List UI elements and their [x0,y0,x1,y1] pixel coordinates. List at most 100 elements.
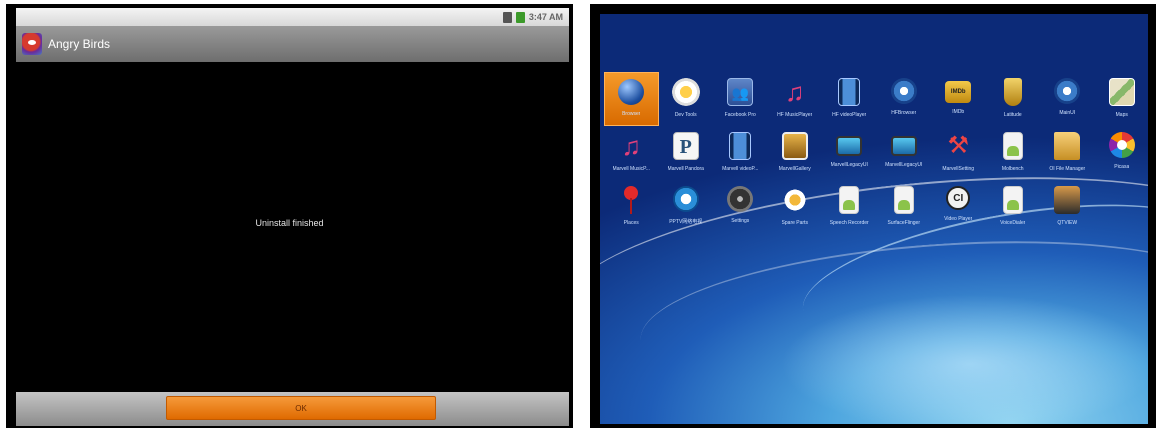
app-dev-tools[interactable]: Dev Tools [659,72,714,126]
app-video-player[interactable]: Video Player [931,180,986,234]
app-latitude[interactable]: Latitude [986,72,1041,126]
pandora-icon [672,132,699,160]
app-title: Angry Birds [48,37,111,51]
uninstall-screen: 3:47 AM Angry Birds Uninstall finished O… [6,4,573,428]
app-label: PPTV网络电视 [669,219,703,225]
app-label: HF MusicPlayer [777,112,813,118]
page: 3:47 AM Angry Birds Uninstall finished O… [0,0,1156,428]
pptv-icon [672,186,699,212]
app-hfbrowser[interactable]: HFBrowser [877,72,932,126]
settings-icon [727,186,754,212]
app-label: MarvellLegacyUI [830,162,868,168]
app-label: VoiceDialer [1000,220,1026,226]
app-marvelllegacyui[interactable]: MarvellLegacyUI [822,126,877,180]
app-label: Facebook Pro [724,112,756,118]
app-label: Picasa [1114,164,1130,170]
app-label: MarvellSetting [942,166,975,172]
status-bar: 3:47 AM [16,8,569,26]
app-label: Speech Recorder [829,220,869,226]
app-oi-file-manager[interactable]: OI File Manager [1040,126,1095,180]
app-qtview[interactable]: QTVIEW [1040,180,1095,234]
app-speech-recorder[interactable]: Speech Recorder [822,180,877,234]
app-label: Marvell MusicP... [612,166,650,172]
app-marvellsetting[interactable]: MarvellSetting [931,126,986,180]
legacy-ui-icon [890,136,917,156]
app-maps[interactable]: Maps [1095,72,1150,126]
app-marvelllegacyui[interactable]: MarvellLegacyUI [877,126,932,180]
app-picasa[interactable]: Picasa [1095,126,1150,180]
app-mainui[interactable]: MainUI [1040,72,1095,126]
app-facebook-pro[interactable]: Facebook Pro [713,72,768,126]
android-app-icon [893,186,914,214]
status-time: 3:47 AM [528,12,563,22]
app-voicedialer[interactable]: VoiceDialer [986,180,1041,234]
picasa-icon [1108,132,1135,158]
app-marvell-pandora[interactable]: Marvell Pandora [659,126,714,180]
app-settings[interactable]: Settings [713,180,768,234]
android-app-icon [839,186,860,214]
app-label: Spare Parts [781,220,808,226]
app-label: Settings [731,218,750,224]
ok-button[interactable]: OK [166,396,436,420]
gallery-icon [781,132,808,160]
legacy-ui-icon [836,136,863,156]
app-label: Marvell videoP... [722,166,759,172]
app-label: SurfaceFlinger [887,220,920,226]
android-app-icon [1002,132,1023,160]
app-browser[interactable]: Browser [604,72,659,126]
app-label: Maps [1115,112,1128,118]
app-marvellgallery[interactable]: MarvellGallery [768,126,823,180]
app-label: MarvellGallery [778,166,811,172]
app-imdb[interactable]: IMDb [931,72,986,126]
ci-video-player-icon [946,186,971,210]
airplane-icon [1054,186,1081,214]
dev-tools-icon [671,78,700,106]
app-label: HFBrowser [891,110,917,116]
uninstall-message: Uninstall finished [255,218,324,228]
app-label: Molbench [1001,166,1024,172]
app-pptv[interactable]: PPTV网络电视 [659,180,714,234]
title-bar: Angry Birds [16,26,569,62]
app-places[interactable]: Places [604,180,659,234]
imdb-icon [945,81,972,103]
app-label: Video Player [944,216,973,222]
app-label: HF videoPlayer [832,112,867,118]
signal-icon [502,11,512,23]
main-ui-icon [1054,78,1081,104]
browser-icon [618,79,645,105]
android-app-icon [1002,186,1023,214]
app-drawer-screen: Browser Dev Tools Facebook Pro HF MusicPlay… [590,4,1156,428]
maps-icon [1108,78,1135,106]
tools-icon [945,132,971,160]
app-marvell-videop[interactable]: Marvell videoP... [713,126,768,180]
places-icon [618,186,644,214]
button-bar: OK [16,392,569,426]
app-label: Marvell Pandora [667,166,704,172]
app-molbench[interactable]: Molbench [986,126,1041,180]
music-player-icon [782,78,808,106]
app-label: MarvellLegacyUI [885,162,923,168]
app-surfaceflinger[interactable]: SurfaceFlinger [877,180,932,234]
app-label: Dev Tools [674,112,697,118]
app-grid: Browser Dev Tools Facebook Pro HF MusicPlay… [604,72,1149,234]
battery-icon [515,11,525,23]
app-label: Browser [622,111,641,117]
spare-parts-icon [780,186,809,214]
app-label: Latitude [1003,112,1022,118]
app-label: MainUI [1059,110,1076,116]
latitude-icon [1003,78,1022,106]
app-spare-parts[interactable]: Spare Parts [768,180,823,234]
app-hf-videoplayer[interactable]: HF videoPlayer [822,72,877,126]
app-label: QTVIEW [1057,220,1078,226]
marvell-music-icon [618,132,644,160]
hf-browser-icon [890,78,917,104]
app-label: Places [623,220,639,226]
app-marvell-musicp[interactable]: Marvell MusicP... [604,126,659,180]
app-hf-musicplayer[interactable]: HF MusicPlayer [768,72,823,126]
marvell-video-icon [729,132,752,160]
app-label: OI File Manager [1049,166,1086,172]
folder-icon [1054,132,1081,160]
app-label: IMDb [952,109,965,115]
video-player-icon [838,78,861,106]
angry-birds-icon [22,33,42,55]
